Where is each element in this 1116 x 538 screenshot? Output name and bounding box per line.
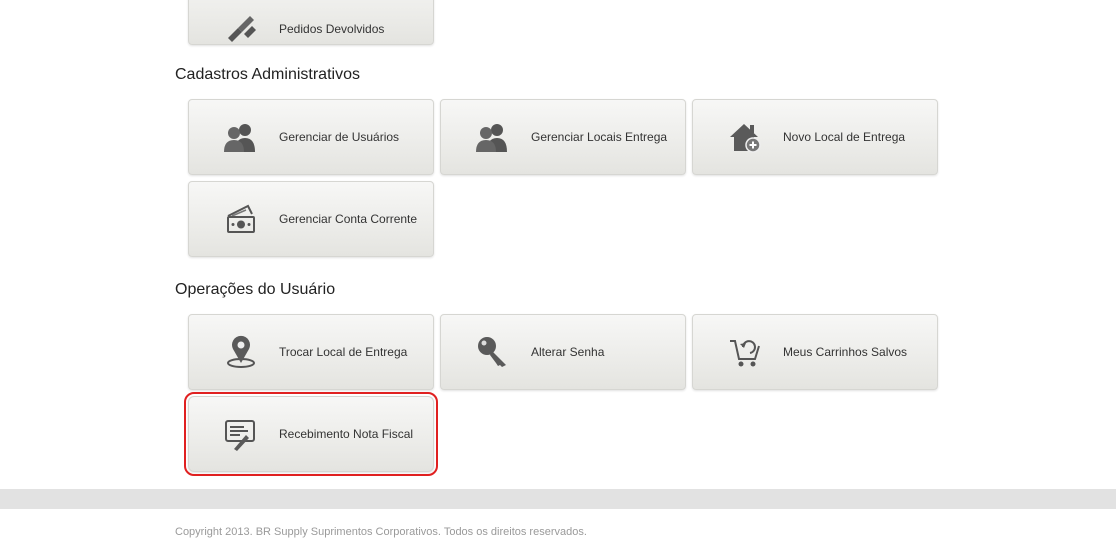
tile-label: Gerenciar de Usuários <box>279 130 400 144</box>
section-title-cadastros: Cadastros Administrativos <box>175 66 360 83</box>
tile-gerenciar-locais[interactable]: Gerenciar Locais Entrega <box>440 99 686 175</box>
tile-recebimento-nota-fiscal[interactable]: Recebimento Nota Fiscal <box>184 392 438 476</box>
cart-icon <box>725 332 765 372</box>
tile-novo-local[interactable]: Novo Local de Entrega <box>692 99 938 175</box>
tile-label: Gerenciar Locais Entrega <box>531 130 668 144</box>
users-icon <box>473 117 513 157</box>
tile-label: Pedidos Devolvidos <box>279 21 385 36</box>
footer-copyright: Copyright 2013. BR Supply Suprimentos Co… <box>175 526 587 538</box>
house-add-icon <box>725 117 765 157</box>
tile-pedidos-devolvidos[interactable]: Pedidos Devolvidos <box>188 0 434 45</box>
map-pin-icon <box>221 332 261 372</box>
tile-trocar-local[interactable]: Trocar Local de Entrega <box>188 314 434 390</box>
tile-alterar-senha[interactable]: Alterar Senha <box>440 314 686 390</box>
tile-gerenciar-usuarios[interactable]: Gerenciar de Usuários <box>188 99 434 175</box>
key-icon <box>473 332 513 372</box>
tile-gerenciar-conta[interactable]: Gerenciar Conta Corrente <box>188 181 434 257</box>
money-icon <box>221 199 261 239</box>
footer-bar <box>0 489 1116 509</box>
section-title-operacoes: Operações do Usuário <box>175 281 336 298</box>
users-icon <box>221 117 261 157</box>
tools-icon <box>221 7 261 47</box>
tile-label: Alterar Senha <box>531 345 605 359</box>
tile-meus-carrinhos[interactable]: Meus Carrinhos Salvos <box>692 314 938 390</box>
invoice-icon <box>221 414 261 454</box>
tile-label: Novo Local de Entrega <box>783 130 906 144</box>
tile-label: Recebimento Nota Fiscal <box>279 427 414 441</box>
tile-label: Meus Carrinhos Salvos <box>783 345 908 359</box>
tile-label: Trocar Local de Entrega <box>279 345 408 359</box>
tile-label: Gerenciar Conta Corrente <box>279 212 418 226</box>
